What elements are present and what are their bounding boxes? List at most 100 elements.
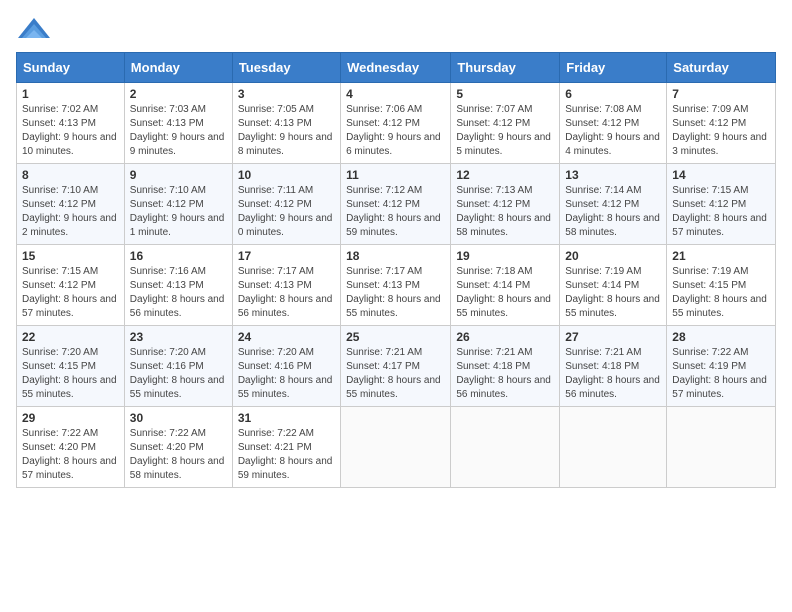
day-info: Sunrise: 7:21 AMSunset: 4:18 PMDaylight:… xyxy=(456,347,551,400)
logo-icon xyxy=(16,16,52,44)
day-number: 18 xyxy=(346,249,445,263)
day-info: Sunrise: 7:08 AMSunset: 4:12 PMDaylight:… xyxy=(565,104,660,157)
day-info: Sunrise: 7:20 AMSunset: 4:16 PMDaylight:… xyxy=(238,347,333,400)
day-info: Sunrise: 7:06 AMSunset: 4:12 PMDaylight:… xyxy=(346,104,441,157)
header-day-sunday: Sunday xyxy=(17,53,125,83)
day-number: 9 xyxy=(130,168,227,182)
calendar-cell: 5 Sunrise: 7:07 AMSunset: 4:12 PMDaylight… xyxy=(451,83,560,164)
header-day-tuesday: Tuesday xyxy=(232,53,340,83)
day-info: Sunrise: 7:20 AMSunset: 4:15 PMDaylight:… xyxy=(22,347,117,400)
calendar-cell: 8 Sunrise: 7:10 AMSunset: 4:12 PMDaylight… xyxy=(17,164,125,245)
day-info: Sunrise: 7:15 AMSunset: 4:12 PMDaylight:… xyxy=(672,185,767,238)
calendar-cell: 4 Sunrise: 7:06 AMSunset: 4:12 PMDaylight… xyxy=(341,83,451,164)
day-info: Sunrise: 7:07 AMSunset: 4:12 PMDaylight:… xyxy=(456,104,551,157)
calendar-cell: 1 Sunrise: 7:02 AMSunset: 4:13 PMDaylight… xyxy=(17,83,125,164)
calendar-cell: 12 Sunrise: 7:13 AMSunset: 4:12 PMDayligh… xyxy=(451,164,560,245)
day-info: Sunrise: 7:10 AMSunset: 4:12 PMDaylight:… xyxy=(22,185,117,238)
calendar-cell: 18 Sunrise: 7:17 AMSunset: 4:13 PMDayligh… xyxy=(341,245,451,326)
day-info: Sunrise: 7:18 AMSunset: 4:14 PMDaylight:… xyxy=(456,266,551,319)
day-info: Sunrise: 7:21 AMSunset: 4:18 PMDaylight:… xyxy=(565,347,660,400)
day-info: Sunrise: 7:20 AMSunset: 4:16 PMDaylight:… xyxy=(130,347,225,400)
day-info: Sunrise: 7:10 AMSunset: 4:12 PMDaylight:… xyxy=(130,185,225,238)
calendar-cell: 20 Sunrise: 7:19 AMSunset: 4:14 PMDayligh… xyxy=(560,245,667,326)
header-day-wednesday: Wednesday xyxy=(341,53,451,83)
day-number: 10 xyxy=(238,168,335,182)
day-number: 3 xyxy=(238,87,335,101)
day-number: 5 xyxy=(456,87,554,101)
calendar-cell: 2 Sunrise: 7:03 AMSunset: 4:13 PMDaylight… xyxy=(124,83,232,164)
calendar-header-row: SundayMondayTuesdayWednesdayThursdayFrid… xyxy=(17,53,776,83)
day-number: 13 xyxy=(565,168,661,182)
header xyxy=(16,16,776,44)
day-number: 22 xyxy=(22,330,119,344)
header-day-friday: Friday xyxy=(560,53,667,83)
logo xyxy=(16,16,56,44)
calendar-cell: 26 Sunrise: 7:21 AMSunset: 4:18 PMDayligh… xyxy=(451,326,560,407)
day-number: 27 xyxy=(565,330,661,344)
day-info: Sunrise: 7:19 AMSunset: 4:15 PMDaylight:… xyxy=(672,266,767,319)
day-info: Sunrise: 7:22 AMSunset: 4:19 PMDaylight:… xyxy=(672,347,767,400)
day-info: Sunrise: 7:14 AMSunset: 4:12 PMDaylight:… xyxy=(565,185,660,238)
calendar-cell: 25Sunrise: 7:21 AMSunset: 4:17 PMDayligh… xyxy=(341,326,451,407)
calendar-cell: 23Sunrise: 7:20 AMSunset: 4:16 PMDayligh… xyxy=(124,326,232,407)
calendar-cell xyxy=(560,407,667,488)
calendar-cell xyxy=(341,407,451,488)
day-number: 2 xyxy=(130,87,227,101)
day-info: Sunrise: 7:15 AMSunset: 4:12 PMDaylight:… xyxy=(22,266,117,319)
day-info: Sunrise: 7:22 AMSunset: 4:21 PMDaylight:… xyxy=(238,428,333,481)
day-number: 1 xyxy=(22,87,119,101)
day-number: 20 xyxy=(565,249,661,263)
header-day-monday: Monday xyxy=(124,53,232,83)
calendar-cell: 21 Sunrise: 7:19 AMSunset: 4:15 PMDayligh… xyxy=(667,245,776,326)
day-number: 14 xyxy=(672,168,770,182)
calendar-cell: 15Sunrise: 7:15 AMSunset: 4:12 PMDayligh… xyxy=(17,245,125,326)
calendar-cell: 27 Sunrise: 7:21 AMSunset: 4:18 PMDayligh… xyxy=(560,326,667,407)
day-info: Sunrise: 7:03 AMSunset: 4:13 PMDaylight:… xyxy=(130,104,225,157)
day-info: Sunrise: 7:22 AMSunset: 4:20 PMDaylight:… xyxy=(130,428,225,481)
day-number: 7 xyxy=(672,87,770,101)
day-info: Sunrise: 7:13 AMSunset: 4:12 PMDaylight:… xyxy=(456,185,551,238)
calendar-table: SundayMondayTuesdayWednesdayThursdayFrid… xyxy=(16,52,776,488)
day-number: 21 xyxy=(672,249,770,263)
day-info: Sunrise: 7:02 AMSunset: 4:13 PMDaylight:… xyxy=(22,104,117,157)
calendar-cell: 7 Sunrise: 7:09 AMSunset: 4:12 PMDaylight… xyxy=(667,83,776,164)
day-number: 17 xyxy=(238,249,335,263)
day-info: Sunrise: 7:19 AMSunset: 4:14 PMDaylight:… xyxy=(565,266,660,319)
day-info: Sunrise: 7:21 AMSunset: 4:17 PMDaylight:… xyxy=(346,347,441,400)
calendar-cell: 10 Sunrise: 7:11 AMSunset: 4:12 PMDayligh… xyxy=(232,164,340,245)
header-day-saturday: Saturday xyxy=(667,53,776,83)
day-number: 11 xyxy=(346,168,445,182)
calendar-cell: 14 Sunrise: 7:15 AMSunset: 4:12 PMDayligh… xyxy=(667,164,776,245)
day-number: 8 xyxy=(22,168,119,182)
calendar-cell: 17Sunrise: 7:17 AMSunset: 4:13 PMDayligh… xyxy=(232,245,340,326)
calendar-cell: 31 Sunrise: 7:22 AMSunset: 4:21 PMDayligh… xyxy=(232,407,340,488)
week-row-3: 15Sunrise: 7:15 AMSunset: 4:12 PMDayligh… xyxy=(17,245,776,326)
calendar-cell: 9 Sunrise: 7:10 AMSunset: 4:12 PMDaylight… xyxy=(124,164,232,245)
calendar-cell: 22 Sunrise: 7:20 AMSunset: 4:15 PMDayligh… xyxy=(17,326,125,407)
day-info: Sunrise: 7:16 AMSunset: 4:13 PMDaylight:… xyxy=(130,266,225,319)
calendar-cell: 13 Sunrise: 7:14 AMSunset: 4:12 PMDayligh… xyxy=(560,164,667,245)
day-number: 26 xyxy=(456,330,554,344)
day-number: 28 xyxy=(672,330,770,344)
calendar-cell: 19Sunrise: 7:18 AMSunset: 4:14 PMDayligh… xyxy=(451,245,560,326)
calendar-cell: 24Sunrise: 7:20 AMSunset: 4:16 PMDayligh… xyxy=(232,326,340,407)
day-number: 6 xyxy=(565,87,661,101)
day-info: Sunrise: 7:17 AMSunset: 4:13 PMDaylight:… xyxy=(346,266,441,319)
week-row-2: 8 Sunrise: 7:10 AMSunset: 4:12 PMDaylight… xyxy=(17,164,776,245)
calendar-cell: 3 Sunrise: 7:05 AMSunset: 4:13 PMDaylight… xyxy=(232,83,340,164)
day-number: 30 xyxy=(130,411,227,425)
day-number: 16 xyxy=(130,249,227,263)
day-number: 12 xyxy=(456,168,554,182)
week-row-4: 22 Sunrise: 7:20 AMSunset: 4:15 PMDayligh… xyxy=(17,326,776,407)
calendar-cell: 11 Sunrise: 7:12 AMSunset: 4:12 PMDayligh… xyxy=(341,164,451,245)
calendar-cell xyxy=(667,407,776,488)
day-number: 31 xyxy=(238,411,335,425)
day-info: Sunrise: 7:12 AMSunset: 4:12 PMDaylight:… xyxy=(346,185,441,238)
day-number: 4 xyxy=(346,87,445,101)
day-info: Sunrise: 7:11 AMSunset: 4:12 PMDaylight:… xyxy=(238,185,333,238)
calendar-cell xyxy=(451,407,560,488)
day-info: Sunrise: 7:09 AMSunset: 4:12 PMDaylight:… xyxy=(672,104,767,157)
week-row-5: 29Sunrise: 7:22 AMSunset: 4:20 PMDayligh… xyxy=(17,407,776,488)
day-info: Sunrise: 7:05 AMSunset: 4:13 PMDaylight:… xyxy=(238,104,333,157)
calendar-cell: 29Sunrise: 7:22 AMSunset: 4:20 PMDayligh… xyxy=(17,407,125,488)
